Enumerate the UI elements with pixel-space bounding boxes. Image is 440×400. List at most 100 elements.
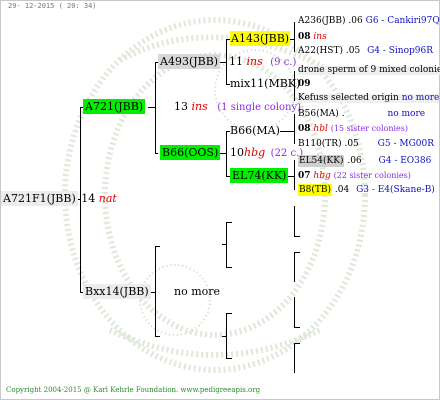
gen2-a-sub: mix11(MBK) [230,77,301,90]
gen3-a-kefuss-label: Kefuss selected origin [298,93,399,103]
connector-gen3-3-stem [280,131,294,132]
connector-gen2-c-bottom [226,267,232,268]
gen3-a-drone: drone sperm of 9 mixed colonies [298,66,440,75]
gen1-bottom-name: Bxx14(JBB) [83,284,151,299]
gen4-l8: B8(TB) .04 G3 - E4(Skane-B) [298,184,435,196]
gen3-a-kefuss-more: no more [401,93,440,103]
connector-gen2-d-top [226,313,232,314]
gen3-a-dupnum: 09 [298,79,311,89]
connector-gen2-a [226,39,227,84]
gen4-l7-code: hbg [313,171,331,181]
connector-gen3-1 [294,22,295,52]
gen3-a-kefuss: Kefuss selected origin no more [298,93,440,103]
gen3-b-node: B66(MA) [230,125,280,136]
gen4-l3-ref: G4 - Sinop96R [367,46,434,56]
gen4-l1-val: .06 [348,16,363,26]
gen4-l6: EL54(KK) .06 G4 - EO386 [298,155,431,167]
gen4-l5: B110(TR) .05 G5 - MG00R [298,140,434,149]
gen4-l3-name: A22(HST) [298,46,343,56]
gen4-l7-note: (22 sister colonies) [333,171,411,180]
gen4-l6-name: EL54(KK) [298,155,345,167]
gen4-l2-num: 08 [298,32,311,42]
connector-gen3-6-a [294,252,300,253]
footer-copyright: Copyright 2004-2015 @ Karl Kehrle Founda… [6,386,261,394]
gen2-b-info: 10hbg (22 c.) [230,147,303,159]
gen4-l1-ref: G6 - Cankiri97Q [365,16,440,26]
connector-gen2-c-stem [222,244,226,245]
gen1-top-code: ins [191,100,208,113]
connector-gen1-bottom [155,246,156,336]
gen2-b-num: 10 [230,146,244,159]
root-num: 14 [81,192,96,205]
connector-gen3-8 [294,343,295,373]
gen4-l2: 08 ins [298,33,327,42]
gen3-b-code: hbl [313,124,328,134]
gen2-a-code: ins [246,55,263,68]
gen4-l2-code: ins [313,32,327,42]
gen1-top-note: (1 single colony) [217,102,301,113]
gen4-l8-val: .04 [334,185,350,195]
gen4-l5-val: .05 [344,139,359,149]
connector-gen3-7-b [294,327,300,328]
connector-gen3-8-a [294,343,300,344]
gen4-l4: B56(MA) . no more [298,110,425,119]
connector-gen2-c-top [226,222,232,223]
gen2-b-node: B66(OOS) [160,145,221,160]
connector-gen3-6 [294,252,295,282]
connector-gen1-bottom-stem [150,292,155,293]
connector-gen3-4 [294,160,295,190]
gen2-b-sub-node: EL74(KK) [230,168,289,183]
gen3-a-node: A143(JBB) [230,31,291,46]
connector-gen2-c [226,222,227,267]
gen4-l7-num: 07 [298,171,311,181]
gen4-l3-val: .05 [345,46,361,56]
gen2-b-sub: EL74(KK) [230,168,289,183]
gen4-l4-more: no more [387,109,426,119]
header-date: 29- 12-2015 ( 20: 34) [8,2,97,10]
connector-gen2-d-bottom [226,358,232,359]
gen1-top-num: 13 [174,100,188,113]
gen4-l6-val: .06 [347,156,362,166]
gen3-b-note: (15 sister colonies) [330,124,408,133]
gen4-l4-val: . [341,109,345,119]
root-name: A721F1(JBB) [1,191,78,206]
connector-gen1-top-stem [148,107,155,108]
gen1-top-node: A721(JBB) [83,99,146,114]
connector-gen1-top-b [155,153,158,154]
gen4-l4-name: B56(MA) [298,109,339,119]
connector-gen2-d-stem [222,336,226,337]
connector-gen3-7 [294,297,295,327]
gen2-b-name: B66(OOS) [160,145,221,160]
gen2-a-name: A493(JBB) [158,54,221,69]
gen4-l5-ref: G5 - MG00R [377,139,434,149]
gen2-a-note: (9 c.) [270,57,297,68]
root-node: A721F1(JBB) 14 nat [1,191,117,206]
gen4-l7: 07 hbg (22 sister colonies) [298,172,411,181]
gen3-b-num: 08 [298,124,311,134]
connector-gen1-top [155,62,156,153]
connector-gen3-3 [294,114,295,144]
connector-gen1-bottom-a [155,246,160,247]
gen4-l5-name: B110(TR) [298,139,342,149]
gen4-l3: A22(HST) .05 G4 - Sinop96R [298,47,433,56]
root-code: nat [98,192,117,205]
connector-gen2-b [226,131,227,176]
gen2-a-node: A493(JBB) [158,54,221,69]
connector-gen2-d [226,313,227,358]
connector-gen1-bottom-b [155,336,160,337]
gen1-top-info: 13 ins (1 single colony) [174,101,301,113]
connector-gen3-5-b [294,236,300,237]
gen4-l4b: 08 hbl (15 sister colonies) [298,125,408,134]
gen4-l8-ref: G3 - E4(Skane-B) [356,185,435,195]
gen4-l8-name: B8(TB) [298,184,332,196]
gen4-l1-name: A236(JBB) [298,16,346,26]
gen2-a-num: 11 [229,55,243,68]
gen2-b-code: hbg [244,146,266,159]
connector-gen3-5 [294,206,295,236]
gen1-bottom-note: no more [174,285,221,298]
gen3-b-name: B66(MA) [230,124,280,137]
gen1-top-name: A721(JBB) [83,99,146,114]
gen1-bottom-node: Bxx14(JBB) [83,284,151,299]
gen2-a-info: 11 ins (9 c.) [229,56,296,68]
gen3-a-name: A143(JBB) [230,31,291,46]
